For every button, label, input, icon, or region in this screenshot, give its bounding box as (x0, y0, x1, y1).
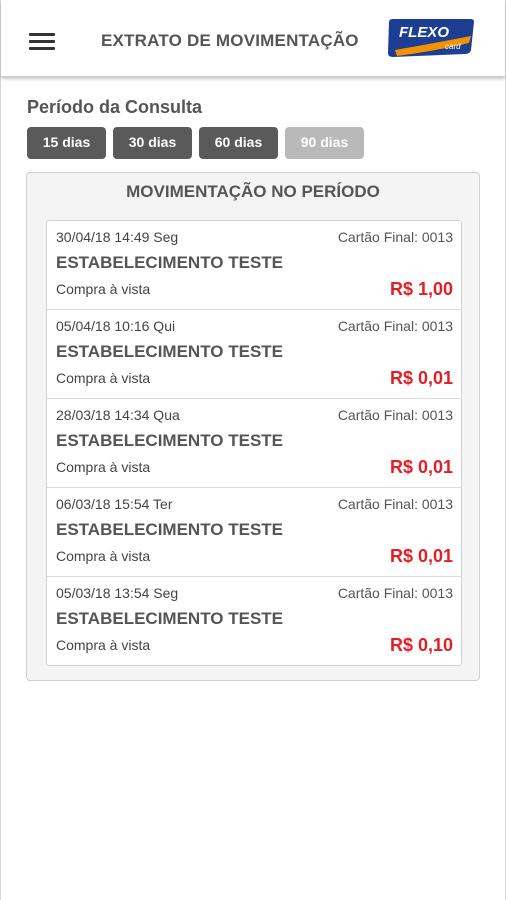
movement-merchant: ESTABELECIMENTO TESTE (56, 342, 284, 361)
movement-amount: R$ 0,01 (389, 368, 453, 388)
movement-card: Cartão Final: 0013 (337, 229, 453, 245)
menu-icon-line (29, 33, 55, 36)
logo-text-main: FLEXO (399, 24, 449, 41)
movement-date: 06/03/18 15:54 Ter (56, 496, 173, 512)
movement-card: Cartão Final: 0013 (337, 318, 453, 334)
movement-row[interactable]: 05/03/18 13:54 Seg Cartão Final: 0013 ES… (47, 577, 461, 665)
menu-icon-line (29, 47, 55, 50)
movement-type: Compra à vista (56, 637, 151, 653)
page-title: EXTRATO DE MOVIMENTAÇÃO (101, 31, 359, 50)
movements-panel: MOVIMENTAÇÃO NO PERÍODO 30/04/18 14:49 S… (26, 172, 480, 681)
movement-amount: R$ 1,00 (389, 279, 453, 299)
movement-type: Compra à vista (56, 281, 151, 297)
movement-merchant: ESTABELECIMENTO TESTE (56, 431, 284, 450)
movements-title: MOVIMENTAÇÃO NO PERÍODO (126, 182, 380, 201)
period-label: Período da Consulta (27, 97, 203, 117)
movement-date: 30/04/18 14:49 Seg (56, 229, 179, 245)
movement-date: 28/03/18 14:34 Qua (56, 407, 180, 423)
period-90-days-button[interactable]: 90 dias (285, 127, 364, 159)
movement-card: Cartão Final: 0013 (337, 407, 453, 423)
movement-amount: R$ 0,10 (389, 635, 453, 655)
movement-amount: R$ 0,01 (389, 457, 453, 477)
logo-text-sub: card (445, 42, 461, 51)
movement-type: Compra à vista (56, 370, 151, 386)
menu-icon-line (29, 40, 55, 43)
period-60-days-button[interactable]: 60 dias (199, 127, 278, 159)
top-app-bar: EXTRATO DE MOVIMENTAÇÃO FLEXO card (1, 0, 505, 77)
movement-type: Compra à vista (56, 548, 151, 564)
movement-row[interactable]: 28/03/18 14:34 Qua Cartão Final: 0013 ES… (47, 399, 461, 488)
menu-icon[interactable] (29, 30, 57, 52)
flexo-card-logo: FLEXO card (388, 19, 474, 57)
movement-card: Cartão Final: 0013 (337, 585, 453, 601)
period-15-days-button[interactable]: 15 dias (27, 127, 106, 159)
movement-row[interactable]: 30/04/18 14:49 Seg Cartão Final: 0013 ES… (47, 221, 461, 310)
movement-merchant: ESTABELECIMENTO TESTE (56, 253, 284, 272)
movements-list: 30/04/18 14:49 Seg Cartão Final: 0013 ES… (46, 220, 462, 666)
movement-card: Cartão Final: 0013 (337, 496, 453, 512)
period-30-days-button[interactable]: 30 dias (113, 127, 192, 159)
movement-date: 05/04/18 10:16 Qui (56, 318, 176, 334)
movement-date: 05/03/18 13:54 Seg (56, 585, 179, 601)
movement-merchant: ESTABELECIMENTO TESTE (56, 520, 284, 539)
movement-amount: R$ 0,01 (389, 546, 453, 566)
movement-row[interactable]: 05/04/18 10:16 Qui Cartão Final: 0013 ES… (47, 310, 461, 399)
movement-type: Compra à vista (56, 459, 151, 475)
movement-merchant: ESTABELECIMENTO TESTE (56, 609, 284, 628)
movement-row[interactable]: 06/03/18 15:54 Ter Cartão Final: 0013 ES… (47, 488, 461, 577)
